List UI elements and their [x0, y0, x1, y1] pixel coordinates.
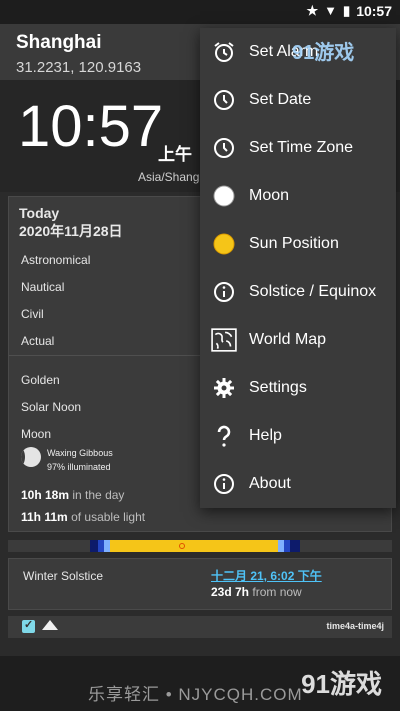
watermark-text: 乐享轻汇 • NJYCQH.COM — [88, 685, 303, 704]
row-nautical: Nautical — [21, 280, 65, 294]
coordinates: 31.2231, 120.9163 — [16, 59, 142, 76]
solstice-card[interactable]: Winter Solstice 十二月 21, 6:02 下午 23d 7h f… — [8, 558, 392, 610]
clock-ampm: 上午 — [158, 145, 192, 164]
gear-icon — [214, 378, 234, 398]
night-segment — [90, 540, 98, 552]
menu-item-sun-position[interactable]: Sun Position — [200, 220, 396, 268]
current-time-marker — [179, 543, 185, 549]
usable-light-value: 11h 11m — [21, 510, 68, 524]
solstice-date-link[interactable]: 十二月 21, 6:02 下午 — [211, 567, 322, 584]
usable-light: 11h 11m of usable light — [21, 510, 145, 524]
daylight-segment — [110, 540, 278, 552]
solstice-name: Winter Solstice — [23, 569, 104, 583]
watermark-logo: 91游戏 — [292, 42, 355, 64]
solstice-remaining: 23d 7h from now — [211, 585, 302, 599]
clock-icon — [214, 90, 234, 110]
menu-item-label: Help — [249, 427, 282, 444]
menu-item-moon[interactable]: Moon — [200, 172, 396, 220]
status-time: 10:57 — [356, 3, 392, 19]
menu-item-set-date[interactable]: Set Date — [200, 76, 396, 124]
menu-item-label: Settings — [249, 379, 307, 396]
watermark-band: 乐享轻汇 • NJYCQH.COM 91游戏 — [0, 656, 400, 711]
menu-item-world-map[interactable]: World Map — [200, 316, 396, 364]
moon-phase-icon — [21, 447, 41, 467]
menu-item-settings[interactable]: Settings — [200, 364, 396, 412]
clock-icon — [214, 138, 234, 158]
mountain-icon[interactable] — [42, 620, 58, 630]
menu-item-about[interactable]: About — [200, 460, 396, 508]
row-civil: Civil — [21, 307, 44, 321]
watermark-brand: 91游戏 — [301, 669, 382, 699]
solstice-remaining-text: from now — [252, 585, 302, 599]
checkbox-icon[interactable] — [22, 618, 35, 633]
city-name: Shanghai — [16, 32, 102, 53]
wifi-icon: ▼ — [324, 3, 338, 18]
menu-item-label: Set Time Zone — [249, 139, 354, 156]
row-golden: Golden — [21, 373, 60, 387]
night-segment — [290, 540, 300, 552]
row-solar-noon: Solar Noon — [21, 400, 82, 414]
alarm-icon — [214, 42, 234, 62]
bottom-bar: time4a-time4j — [8, 616, 392, 638]
menu-item-label: Moon — [249, 187, 290, 204]
day-length-value: 10h 18m — [21, 488, 70, 502]
day-length-text: in the day — [72, 488, 125, 502]
usable-light-text: of usable light — [71, 510, 146, 524]
moon-icon — [213, 185, 235, 207]
moon-illumination: 97% illuminated — [47, 462, 111, 472]
menu-item-label: World Map — [249, 331, 327, 348]
version-label: time4a-time4j — [326, 621, 384, 631]
sun-icon — [213, 233, 235, 255]
menu-item-help[interactable]: Help — [200, 412, 396, 460]
row-astronomical: Astronomical — [21, 253, 91, 267]
clock-time: 10:57 — [18, 94, 164, 159]
solstice-remaining-value: 23d 7h — [211, 585, 250, 599]
help-icon — [217, 425, 231, 447]
menu-item-label: Set Date — [249, 91, 312, 108]
menu-item-label: About — [249, 475, 291, 492]
menu-item-solstice-equinox[interactable]: Solstice / Equinox — [200, 268, 396, 316]
today-label: Today — [19, 205, 60, 221]
battery-icon: ▮ — [343, 3, 351, 18]
world-map-icon — [211, 328, 237, 352]
star-icon: ★ — [306, 3, 319, 18]
info-icon — [214, 282, 234, 302]
daylight-bar — [8, 540, 392, 552]
row-actual: Actual — [21, 334, 55, 348]
menu-item-set-time-zone[interactable]: Set Time Zone — [200, 124, 396, 172]
moon-phase: Waxing Gibbous — [47, 448, 113, 458]
date-label: 2020年11月28日 — [19, 223, 123, 239]
overflow-menu: Set Alarm Set Date Set Time Zone Moon Su… — [200, 28, 396, 508]
menu-item-label: Sun Position — [249, 235, 339, 252]
status-bar: ★ ▼ ▮ 10:57 — [0, 0, 400, 24]
menu-item-label: Solstice / Equinox — [249, 283, 377, 300]
row-moon: Moon — [21, 427, 52, 441]
day-length: 10h 18m in the day — [21, 488, 124, 502]
info-icon — [214, 474, 234, 494]
